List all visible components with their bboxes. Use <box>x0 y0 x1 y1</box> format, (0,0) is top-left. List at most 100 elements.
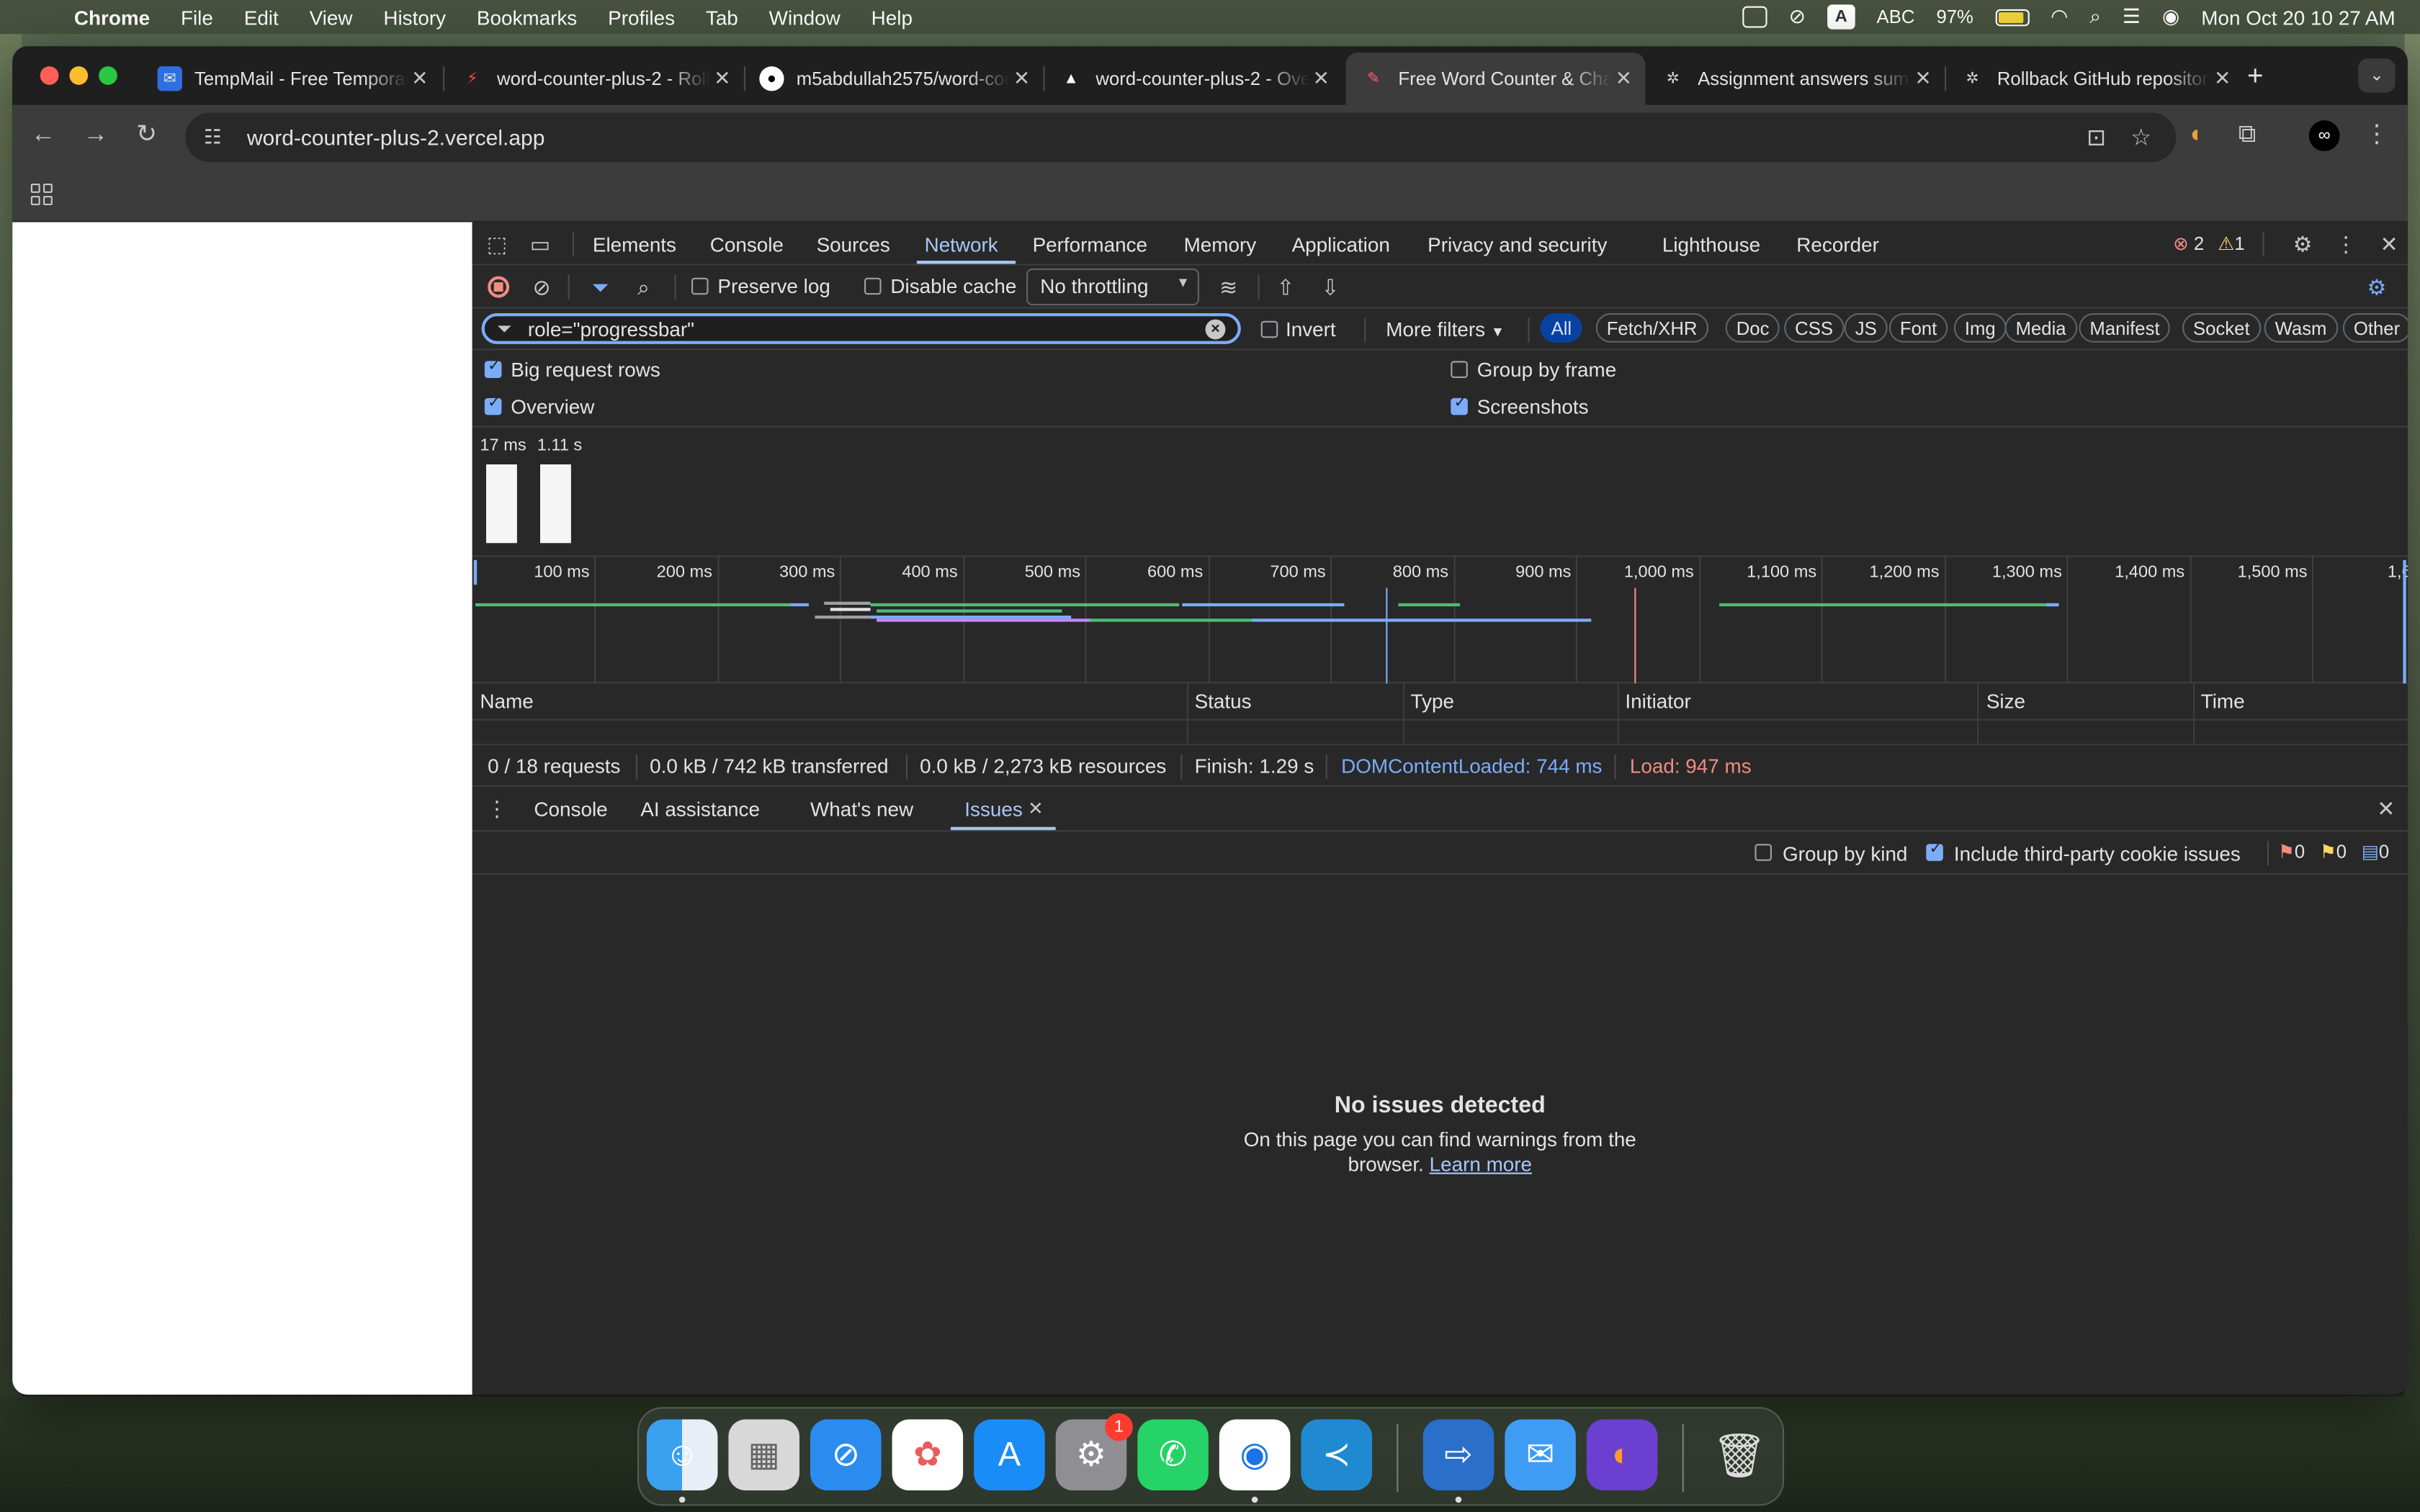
warning-count[interactable]: ⚠1 <box>2218 233 2244 255</box>
filter-icon[interactable]: ⏷ <box>588 274 612 299</box>
browser-tab[interactable]: ✲ Assignment answers summary ✕ <box>1645 53 1945 105</box>
preserve-log-checkbox[interactable] <box>691 277 709 295</box>
big-rows-checkbox[interactable] <box>484 358 502 378</box>
overview-checkbox[interactable] <box>484 395 502 415</box>
learn-more-link[interactable]: Learn more <box>1430 1153 1532 1176</box>
back-icon[interactable]: ← <box>28 120 59 151</box>
devtools-tab-lighthouse[interactable]: Lighthouse <box>1662 233 1760 256</box>
column-status[interactable]: Status <box>1195 690 1252 713</box>
network-overview-timeline[interactable]: 100 ms 200 ms 300 ms 400 ms 500 ms 600 ms 700 … <box>472 557 2408 684</box>
screenshot-thumbnail[interactable] <box>486 464 517 544</box>
drawer-tab-ai-assistance[interactable]: AI assistance <box>640 798 760 821</box>
group-by-kind-checkbox[interactable] <box>1754 844 1772 861</box>
menu-file[interactable]: File <box>181 6 213 29</box>
more-filters-dropdown[interactable]: More filters ▼ <box>1386 318 1505 341</box>
mail-icon[interactable]: ✉ <box>1505 1419 1576 1490</box>
reload-icon[interactable]: ↻ <box>131 120 162 151</box>
invert-label[interactable]: Invert <box>1286 318 1336 341</box>
big-rows-label[interactable]: Big request rows <box>511 358 660 381</box>
type-filter-other[interactable]: Other <box>2342 313 2408 343</box>
devtools-tab-memory[interactable]: Memory <box>1184 233 1257 256</box>
browser-tab[interactable]: ✲ Rollback GitHub repository ✕ <box>1945 53 2244 105</box>
app-store-icon[interactable]: A <box>974 1419 1045 1490</box>
type-filter-socket[interactable]: Socket <box>2182 313 2261 343</box>
install-app-icon[interactable]: ⊡ <box>2087 123 2106 151</box>
column-name[interactable]: Name <box>480 690 533 713</box>
import-har-icon[interactable]: ⇧ <box>1273 274 1298 299</box>
firefox-icon[interactable]: ◐ <box>1586 1419 1658 1490</box>
type-filter-manifest[interactable]: Manifest <box>2079 313 2171 343</box>
devtools-tab-console[interactable]: Console <box>710 233 784 256</box>
record-stop-icon[interactable] <box>488 276 510 298</box>
drawer-tab-whats-new[interactable]: What's new <box>810 798 913 821</box>
spotlight-icon[interactable]: ⌕ <box>2089 4 2101 29</box>
search-icon[interactable]: ⌕ <box>631 274 655 299</box>
chrome-menu-icon[interactable]: ⋮ <box>2362 120 2393 151</box>
browser-tab[interactable]: ✉ TempMail - Free Temporary ✕ <box>142 53 442 105</box>
menu-tab[interactable]: Tab <box>706 6 738 29</box>
close-tab-icon[interactable]: ✕ <box>1009 66 1034 91</box>
browser-tab[interactable]: ● m5abdullah2575/word-counter ✕ <box>744 53 1044 105</box>
wifi-icon[interactable]: ◠ <box>2051 4 2068 29</box>
column-time[interactable]: Time <box>2201 690 2245 713</box>
close-tab-icon[interactable]: ✕ <box>2210 66 2235 91</box>
menu-profiles[interactable]: Profiles <box>608 6 675 29</box>
issue-count-info[interactable]: ▤0 <box>2362 841 2390 863</box>
type-filter-all[interactable]: All <box>1540 313 1583 343</box>
browser-tab[interactable]: ⚡ word-counter-plus-2 - Rollback ✕ <box>444 53 744 105</box>
trash-icon[interactable]: 🗑 <box>1704 1419 1775 1490</box>
close-devtools-icon[interactable]: ✕ <box>2377 231 2401 256</box>
new-tab-icon[interactable]: + <box>2247 60 2264 93</box>
clear-log-icon[interactable]: ⊘ <box>529 274 554 299</box>
column-size[interactable]: Size <box>1986 690 2025 713</box>
type-filter-media[interactable]: Media <box>2004 313 2077 343</box>
throttling-select[interactable]: No throttling ▼ <box>1026 268 1199 306</box>
settings-gear-icon[interactable]: ⚙ <box>2290 231 2315 256</box>
devtools-tab-performance[interactable]: Performance <box>1033 233 1147 256</box>
devtools-tab-sources[interactable]: Sources <box>817 233 890 256</box>
group-by-frame-checkbox[interactable] <box>1451 361 1468 378</box>
devtools-tab-elements[interactable]: Elements <box>593 233 676 256</box>
profile-avatar[interactable]: ∞ <box>2308 120 2340 151</box>
menu-view[interactable]: View <box>310 6 353 29</box>
finder-icon[interactable]: ☺ <box>646 1419 718 1490</box>
menu-edit[interactable]: Edit <box>244 6 279 29</box>
close-drawer-icon[interactable]: ✕ <box>2374 796 2398 821</box>
network-settings-icon[interactable]: ⚙ <box>2365 274 2389 299</box>
tab-search-icon[interactable]: ⌄ <box>2358 58 2396 93</box>
type-filter-fetch-xhr[interactable]: Fetch/XHR <box>1595 313 1708 343</box>
address-url[interactable]: word-counter-plus-2.vercel.app <box>247 125 545 150</box>
minimize-window-button[interactable] <box>69 66 89 85</box>
chrome-icon[interactable]: ◉ <box>1219 1419 1291 1490</box>
devtools-tab-recorder[interactable]: Recorder <box>1796 233 1879 256</box>
browser-tab[interactable]: ▲ word-counter-plus-2 - Overview ✕ <box>1044 53 1343 105</box>
system-settings-icon[interactable]: ⚙ 1 <box>1055 1413 1133 1490</box>
close-tab-icon[interactable]: ✕ <box>408 66 432 91</box>
screen-share-icon[interactable] <box>1742 6 1767 28</box>
menu-clock[interactable]: Mon Oct 20 10 27 AM <box>2201 6 2395 29</box>
drawer-tab-issues[interactable]: Issues <box>964 798 1023 821</box>
page-viewport[interactable] <box>12 222 472 1395</box>
issue-count-errors[interactable]: ⚑0 <box>2278 841 2305 863</box>
type-filter-img[interactable]: Img <box>1953 313 2007 343</box>
timeline-range-handle[interactable] <box>2403 559 2406 684</box>
devtools-tab-application[interactable]: Application <box>1292 233 1390 256</box>
inspect-element-icon[interactable]: ⬚ <box>485 231 509 256</box>
siri-icon[interactable]: ◉ <box>2162 4 2179 29</box>
vscode-icon[interactable]: ≺ <box>1301 1419 1372 1490</box>
error-count[interactable]: ⊗ 2 <box>2173 233 2204 255</box>
input-source-icon[interactable]: A <box>1827 4 1855 30</box>
browser-tab-active[interactable]: ✎ Free Word Counter & Character ✕ <box>1345 52 1646 105</box>
clear-filter-icon[interactable]: × <box>1205 319 1226 340</box>
type-filter-doc[interactable]: Doc <box>1725 313 1780 343</box>
third-party-cookie-checkbox[interactable] <box>1926 841 1943 861</box>
device-toolbar-icon[interactable]: ▭ <box>528 231 552 256</box>
group-by-kind-label[interactable]: Group by kind <box>1783 842 1907 865</box>
type-filter-js[interactable]: JS <box>1844 313 1888 343</box>
group-by-frame-label[interactable]: Group by frame <box>1477 358 1617 381</box>
close-tab-icon[interactable]: ✕ <box>1309 66 1333 91</box>
photos-icon[interactable]: ✿ <box>892 1419 964 1490</box>
close-tab-icon[interactable]: ✕ <box>710 66 735 91</box>
battery-icon[interactable] <box>1994 8 2030 26</box>
close-drawer-tab-icon[interactable]: ✕ <box>1028 798 1044 819</box>
